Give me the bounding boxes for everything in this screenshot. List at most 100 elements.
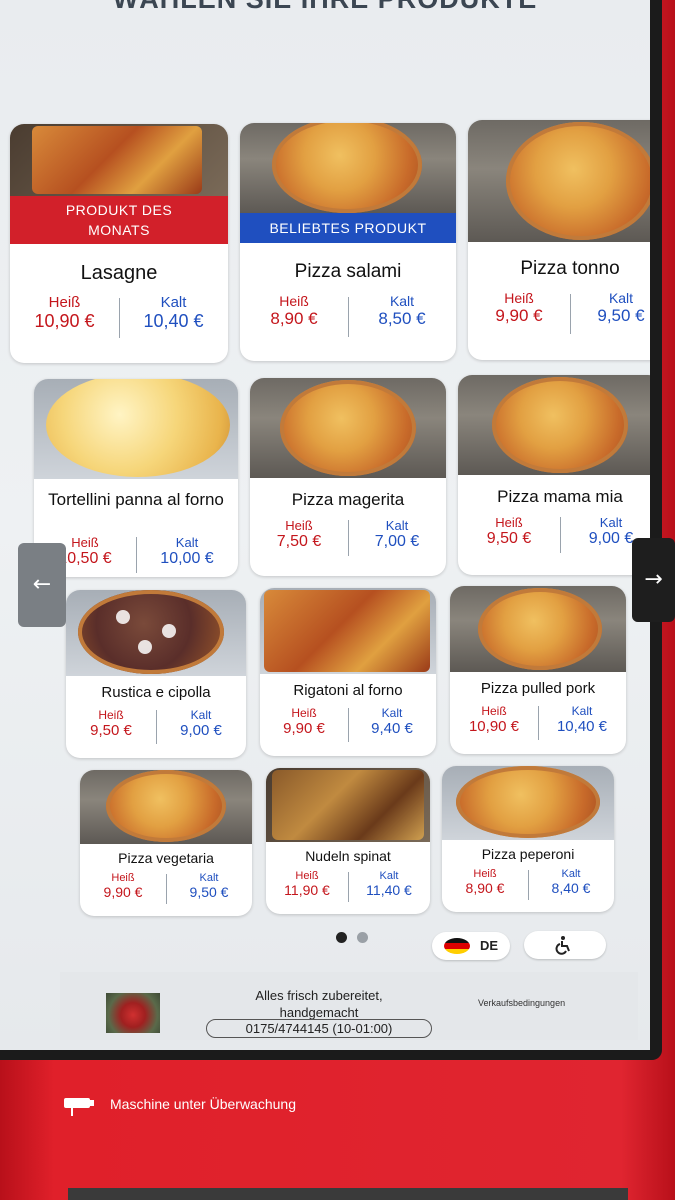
product-name: Rigatoni al forno bbox=[293, 682, 403, 699]
product-image-pizza-magerita bbox=[250, 378, 446, 478]
product-image-pizza-salami bbox=[240, 123, 456, 213]
language-code: DE bbox=[480, 938, 499, 953]
germany-flag-icon bbox=[444, 938, 470, 954]
hot-price: 10,90 € bbox=[34, 311, 95, 331]
kiosk-screen: WÄHLEN SIE IHRE PRODUKTE PRODUKT DES MON… bbox=[0, 0, 650, 1050]
hot-label: Heiß bbox=[495, 515, 523, 530]
cold-label: Kalt bbox=[389, 293, 415, 309]
product-image-pizza-vegetaria bbox=[80, 770, 252, 844]
hot-label: Heiß bbox=[285, 518, 313, 533]
hot-label: Heiß bbox=[48, 294, 81, 311]
product-card-pizza-peperoni[interactable]: Pizza peperoni Heiß 8,90 € Kalt 8,40 € bbox=[442, 766, 614, 912]
product-name: Pizza vegetaria bbox=[118, 850, 214, 866]
footer-phone: 0175/4744145 (10-01:00) bbox=[206, 1019, 432, 1038]
hot-label: Heiß bbox=[295, 870, 319, 882]
cctv-camera-icon bbox=[64, 1098, 94, 1116]
cold-price: 11,40 € bbox=[366, 882, 412, 898]
cold-label: Kalt bbox=[175, 535, 199, 550]
hot-label: Heiß bbox=[504, 290, 534, 306]
page-dot-inactive[interactable] bbox=[357, 932, 368, 943]
cold-label: Kalt bbox=[381, 706, 403, 720]
hot-label: Heiß bbox=[279, 293, 309, 309]
product-image-pizza-mama-mia bbox=[458, 375, 650, 475]
surveillance-notice: Maschine unter Überwachung bbox=[110, 1096, 296, 1112]
product-card-rigatoni-al-forno[interactable]: Rigatoni al forno Heiß 9,90 € Kalt 9,40 … bbox=[260, 588, 436, 756]
cold-label: Kalt bbox=[571, 704, 593, 718]
cold-label: Kalt bbox=[190, 708, 212, 722]
product-card-pizza-tonno[interactable]: Pizza tonno Heiß 9,90 € Kalt 9,50 € bbox=[468, 120, 650, 360]
product-card-pizza-pulled-pork[interactable]: Pizza pulled pork Heiß 10,90 € Kalt 10,4… bbox=[450, 586, 626, 754]
cold-label: Kalt bbox=[160, 294, 187, 311]
product-name: Pizza pulled pork bbox=[480, 680, 596, 697]
cold-label: Kalt bbox=[199, 872, 219, 884]
cold-label: Kalt bbox=[379, 870, 399, 882]
product-card-pizza-mama-mia[interactable]: Pizza mama mia Heiß 9,50 € Kalt 9,00 € bbox=[458, 375, 650, 575]
arrow-right-icon: → bbox=[644, 567, 663, 592]
wheelchair-icon bbox=[555, 936, 570, 955]
product-image-rigatoni bbox=[260, 588, 436, 674]
product-card-pizza-vegetaria[interactable]: Pizza vegetaria Heiß 9,90 € Kalt 9,50 € bbox=[80, 770, 252, 916]
product-card-pizza-salami[interactable]: BELIEBTES PRODUKT Pizza salami Heiß 8,90… bbox=[240, 123, 456, 361]
cold-label: Kalt bbox=[561, 868, 581, 880]
product-name: Pizza magerita bbox=[291, 490, 405, 509]
cold-price: 9,50 € bbox=[597, 306, 645, 325]
cold-price: 9,40 € bbox=[371, 720, 413, 737]
cold-price: 10,40 € bbox=[143, 311, 204, 331]
cold-label: Kalt bbox=[385, 518, 409, 533]
badge-popular-product: BELIEBTES PRODUKT bbox=[240, 213, 456, 243]
cold-price: 10,00 € bbox=[160, 550, 214, 567]
prev-page-button[interactable]: ← bbox=[18, 543, 66, 627]
product-card-pizza-magerita[interactable]: Pizza magerita Heiß 7,50 € Kalt 7,00 € bbox=[250, 378, 446, 576]
hot-price: 9,90 € bbox=[495, 306, 543, 325]
footer-tagline: Alles frisch zubereitet, handgemacht bbox=[255, 988, 383, 1020]
hot-label: Heiß bbox=[111, 872, 135, 884]
accessibility-button[interactable] bbox=[524, 931, 606, 959]
hot-price: 9,90 € bbox=[103, 884, 143, 900]
hot-price: 11,90 € bbox=[284, 882, 330, 898]
product-image-pizza-pulled-pork bbox=[450, 586, 626, 672]
cold-price: 7,00 € bbox=[374, 533, 420, 550]
restaurant-logo bbox=[106, 993, 160, 1033]
arrow-left-icon: ← bbox=[32, 572, 52, 597]
product-name: Pizza mama mia bbox=[497, 487, 623, 506]
cold-label: Kalt bbox=[599, 515, 623, 530]
cold-price: 8,40 € bbox=[551, 880, 591, 896]
cold-price: 9,00 € bbox=[180, 722, 222, 739]
cold-label: Kalt bbox=[608, 290, 634, 306]
hot-label: Heiß bbox=[473, 868, 497, 880]
page-title: WÄHLEN SIE IHRE PRODUKTE bbox=[0, 0, 650, 15]
cold-price: 10,40 € bbox=[556, 718, 608, 735]
product-card-rustica-e-cipolla[interactable]: Rustica e cipolla Heiß 9,50 € Kalt 9,00 … bbox=[66, 590, 246, 758]
product-image-pizza-tonno bbox=[468, 120, 650, 242]
hot-price: 8,90 € bbox=[270, 309, 318, 328]
cold-price: 9,50 € bbox=[189, 884, 229, 900]
hot-price: 9,90 € bbox=[283, 720, 325, 737]
product-name: Pizza tonno bbox=[520, 258, 620, 279]
dispense-slot bbox=[68, 1188, 628, 1200]
product-name: Pizza salami bbox=[294, 261, 402, 282]
product-name: Lasagne bbox=[80, 262, 158, 284]
product-image-lasagne bbox=[10, 124, 228, 196]
cold-price: 8,50 € bbox=[378, 309, 426, 328]
product-card-nudeln-spinat[interactable]: Nudeln spinat Heiß 11,90 € Kalt 11,40 € bbox=[266, 768, 430, 914]
product-image-rustica bbox=[66, 590, 246, 676]
product-name: Rustica e cipolla bbox=[101, 684, 211, 701]
hot-price: 7,50 € bbox=[276, 533, 322, 550]
product-name: Pizza peperoni bbox=[481, 846, 575, 862]
hot-price: 9,50 € bbox=[90, 722, 132, 739]
product-name: Tortellini panna al forno bbox=[48, 490, 224, 509]
product-image-pizza-peperoni bbox=[442, 766, 614, 840]
page-dot-active[interactable] bbox=[336, 932, 347, 943]
product-image-nudeln-spinat bbox=[266, 768, 430, 842]
product-name: Nudeln spinat bbox=[305, 848, 391, 864]
hot-price: 8,90 € bbox=[465, 880, 505, 896]
product-card-lasagne[interactable]: PRODUKT DES MONATS Lasagne Heiß 10,90 € … bbox=[10, 124, 228, 363]
hot-label: Heiß bbox=[98, 708, 124, 722]
next-page-button[interactable]: → bbox=[632, 538, 675, 622]
terms-link[interactable]: Verkaufsbedingungen bbox=[478, 998, 565, 1008]
language-selector[interactable]: DE bbox=[432, 932, 510, 960]
hot-label: Heiß bbox=[481, 704, 507, 718]
hot-label: Heiß bbox=[291, 706, 317, 720]
badge-product-of-month: PRODUKT DES MONATS bbox=[10, 196, 228, 244]
hot-price: 9,50 € bbox=[486, 530, 532, 547]
